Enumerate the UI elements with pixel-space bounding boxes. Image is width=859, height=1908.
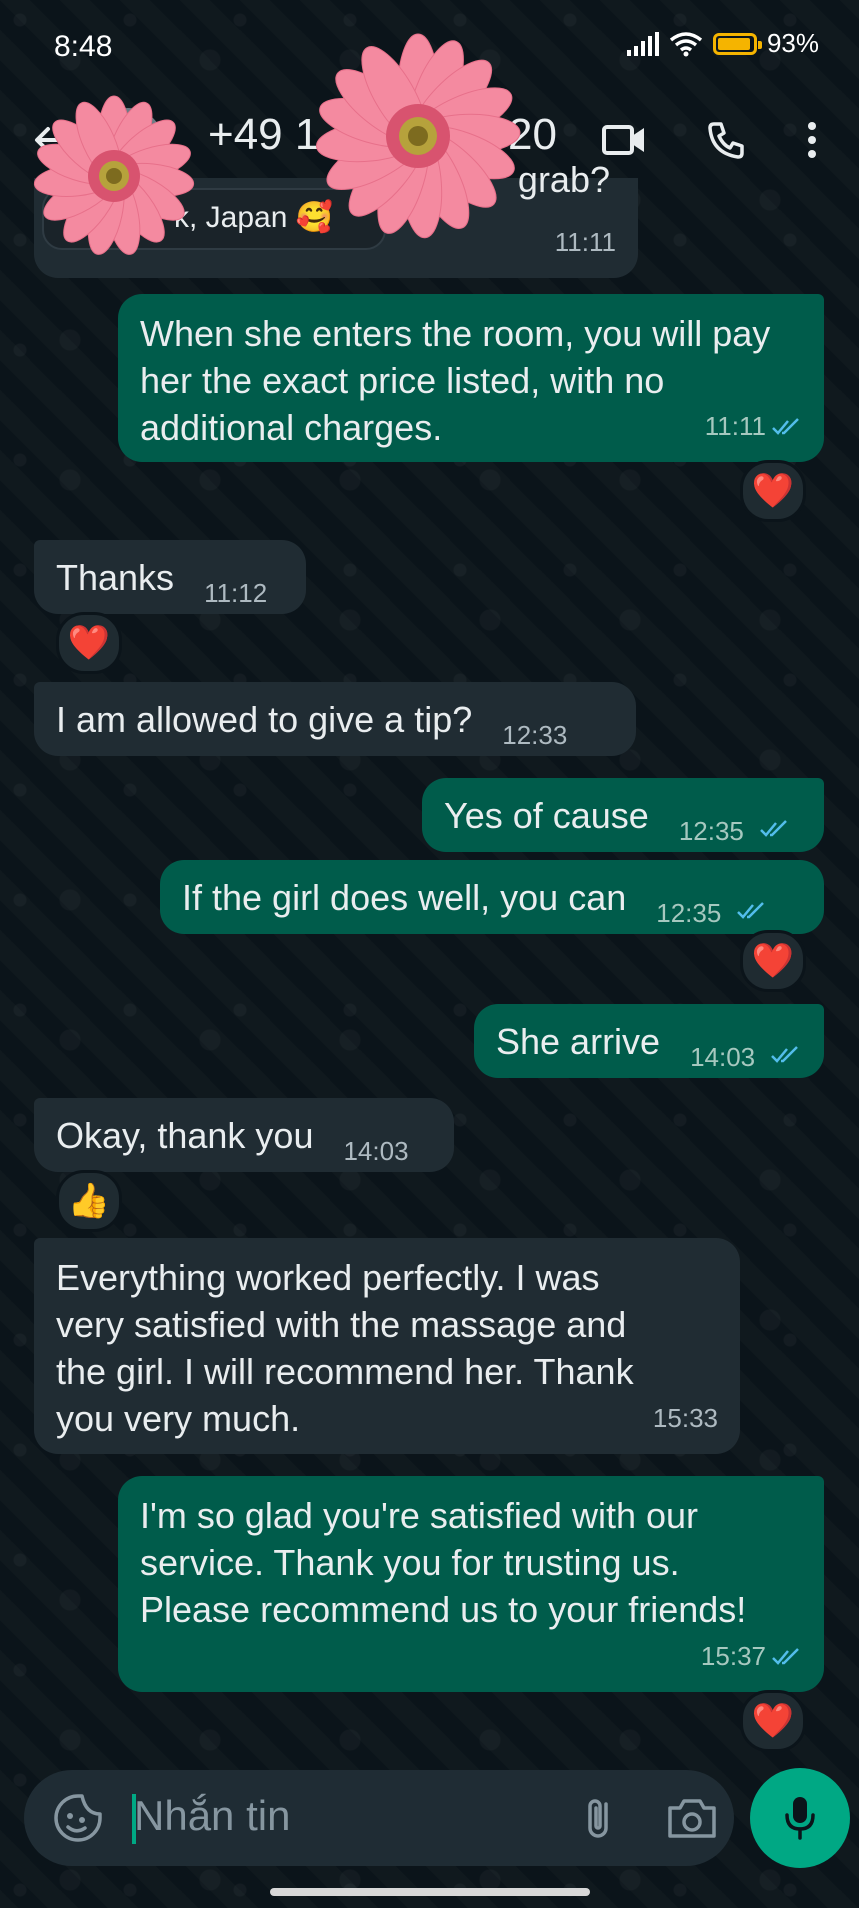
message-bubble-outgoing[interactable]: Yes of cause 12:35 — [422, 778, 824, 852]
mic-button[interactable] — [750, 1768, 850, 1868]
message-input[interactable]: Nhắn tin — [134, 1792, 290, 1840]
message-text: grab? — [517, 159, 610, 200]
signal-icon — [626, 31, 659, 56]
message-text: I'm so glad you're satisfied with our se… — [140, 1495, 747, 1630]
message-time: 12:35 — [656, 898, 722, 928]
reaction-badge[interactable]: ❤️ — [56, 612, 122, 674]
reaction-badge[interactable]: ❤️ — [740, 930, 806, 992]
read-ticks-icon — [772, 1647, 799, 1665]
message-input-bar[interactable]: Nhắn tin — [24, 1770, 734, 1866]
message-bubble-outgoing[interactable]: She arrive 14:03 — [474, 1004, 824, 1078]
message-text: If the girl does well, you can — [182, 877, 627, 918]
message-meta: 15:37 — [701, 1633, 802, 1680]
message-text: When she enters the room, you will pay h… — [140, 313, 771, 448]
message-bubble-incoming[interactable]: Thanks 11:12 — [34, 540, 306, 614]
message-time: 14:03 — [343, 1136, 409, 1166]
message-text: I am allowed to give a tip? — [56, 699, 473, 740]
message-bubble-outgoing[interactable]: When she enters the room, you will pay h… — [118, 294, 824, 462]
message-time: 15:37 — [700, 1641, 766, 1671]
wifi-icon — [669, 31, 703, 56]
message-time: 11:12 — [204, 578, 268, 608]
message-text: Thanks — [56, 557, 175, 598]
status-time: 8:48 — [54, 30, 113, 63]
emoji-sticker-icon[interactable] — [52, 1792, 104, 1844]
flower-sticker-icon — [33, 95, 195, 255]
read-ticks-icon — [737, 902, 765, 919]
message-time: 12:35 — [678, 816, 744, 846]
message-bubble-outgoing[interactable]: If the girl does well, you can 12:35 — [160, 860, 824, 934]
message-time: 11:11 — [554, 227, 616, 257]
message-bubble-incoming[interactable]: Okay, thank you 14:03 — [34, 1098, 454, 1172]
reaction-badge[interactable]: ❤️ — [740, 460, 806, 522]
message-time: 15:33 — [652, 1403, 718, 1433]
read-ticks-icon — [760, 820, 787, 837]
message-meta: 11:11 — [705, 403, 802, 450]
message-text: Okay, thank you — [56, 1115, 314, 1156]
home-indicator[interactable] — [270, 1888, 590, 1896]
battery-icon — [712, 32, 762, 55]
reaction-badge[interactable]: 👍 — [56, 1170, 122, 1232]
contact-name-start[interactable]: +49 1 — [208, 110, 319, 160]
message-time: 14:03 — [690, 1042, 756, 1072]
message-bubble-outgoing[interactable]: I'm so glad you're satisfied with our se… — [118, 1476, 824, 1692]
message-bubble-incoming[interactable]: I am allowed to give a tip? 12:33 — [34, 682, 636, 756]
flower-sticker-icon — [316, 33, 521, 239]
message-text: She arrive — [496, 1021, 661, 1062]
message-bubble-incoming[interactable]: Everything worked perfectly. I was very … — [34, 1238, 740, 1454]
phone-call-icon[interactable] — [696, 110, 756, 170]
camera-icon[interactable] — [664, 1792, 720, 1844]
message-time: 12:33 — [502, 720, 568, 750]
reaction-badge[interactable]: ❤️ — [740, 1690, 806, 1752]
status-icons: 93% — [626, 28, 819, 59]
mic-icon — [785, 1797, 815, 1840]
message-text: Everything worked perfectly. I was very … — [56, 1257, 634, 1439]
attach-icon[interactable] — [574, 1792, 626, 1844]
more-options-icon[interactable] — [782, 110, 842, 170]
read-ticks-icon — [771, 1046, 799, 1063]
battery-level: 93% — [766, 28, 819, 58]
message-text: Yes of cause — [444, 795, 649, 836]
message-time: 11:11 — [704, 411, 766, 441]
read-ticks-icon — [772, 417, 799, 435]
